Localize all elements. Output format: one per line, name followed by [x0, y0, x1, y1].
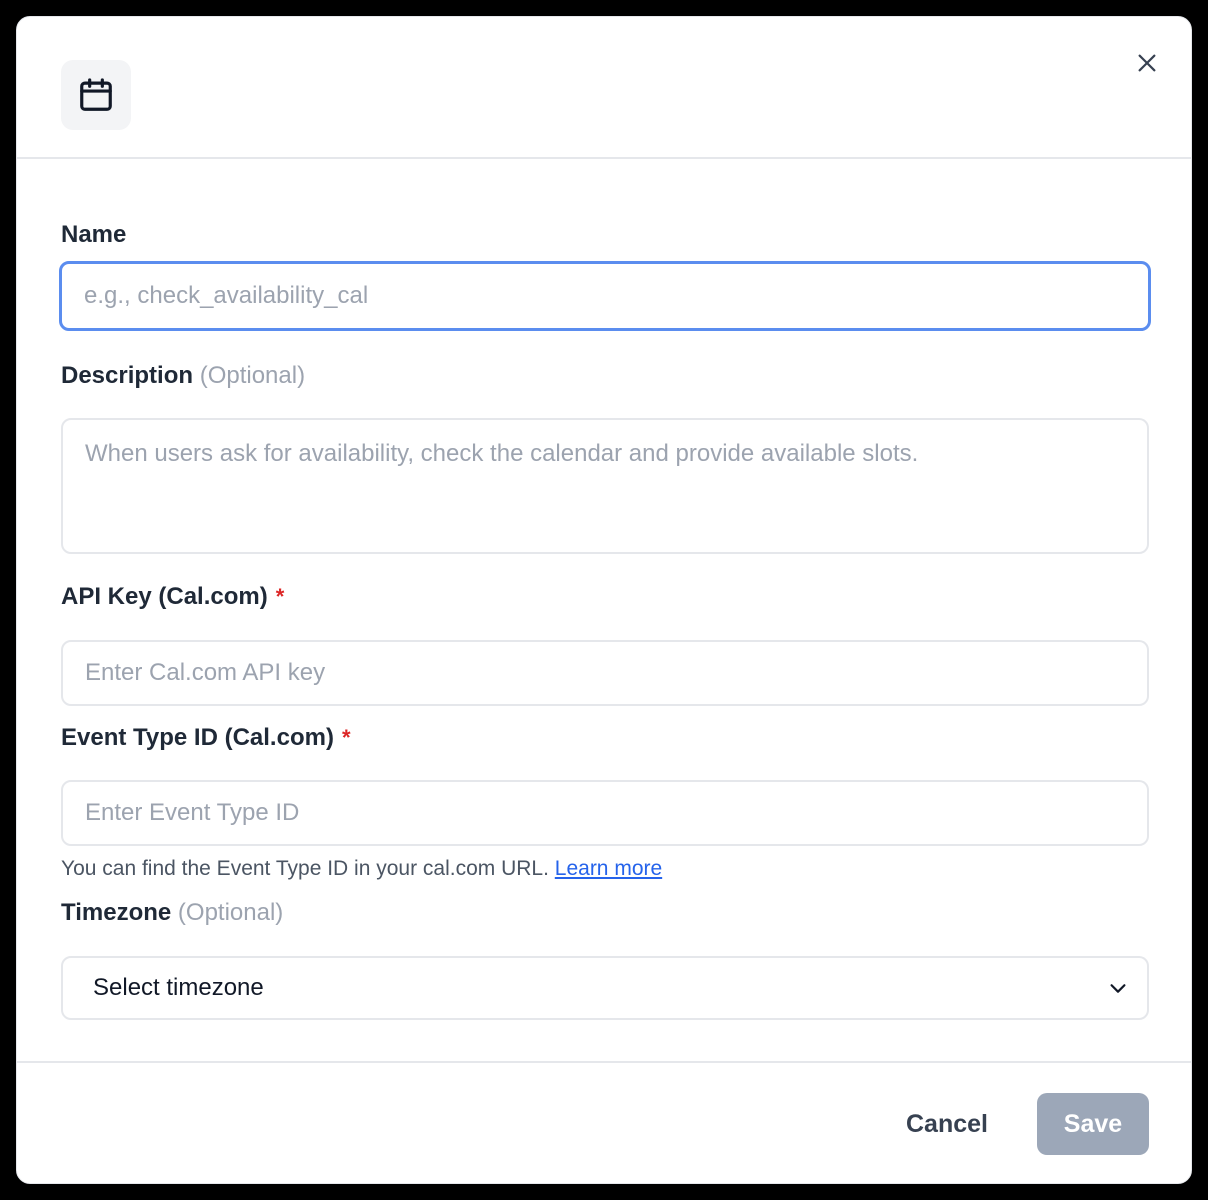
dialog-footer: Cancel Save: [17, 1061, 1191, 1183]
name-label: Name: [61, 221, 126, 249]
api-key-label: API Key (Cal.com) *: [61, 583, 284, 611]
name-input-placeholder: e.g., check_availability_cal: [84, 282, 369, 309]
header-icon-container: [61, 60, 131, 130]
description-label: Description (Optional): [61, 362, 305, 390]
required-asterisk: *: [341, 725, 351, 750]
event-type-id-label: Event Type ID (Cal.com) *: [61, 724, 351, 752]
close-button[interactable]: [1131, 47, 1163, 79]
description-placeholder: When users ask for availability, check t…: [85, 440, 919, 467]
timezone-select[interactable]: Select timezone: [61, 956, 1149, 1020]
name-input[interactable]: e.g., check_availability_cal: [59, 261, 1151, 331]
required-asterisk: *: [275, 584, 285, 609]
name-label-text: Name: [61, 221, 127, 248]
cancel-button[interactable]: Cancel: [885, 1093, 1009, 1155]
add-tool-dialog: Name e.g., check_availability_cal Descri…: [16, 16, 1192, 1184]
save-button[interactable]: Save: [1037, 1093, 1149, 1155]
event-type-id-help: You can find the Event Type ID in your c…: [61, 857, 662, 881]
timezone-label: Timezone (Optional): [61, 899, 283, 927]
chevron-down-icon: [1110, 984, 1126, 993]
event-type-id-label-text: Event Type ID (Cal.com): [61, 724, 334, 751]
help-text: You can find the Event Type ID in your c…: [61, 857, 549, 880]
close-icon: [1138, 54, 1156, 72]
api-key-input[interactable]: Enter Cal.com API key: [61, 640, 1149, 706]
description-label-text: Description: [61, 362, 194, 389]
description-textarea[interactable]: When users ask for availability, check t…: [61, 418, 1149, 554]
learn-more-link[interactable]: Learn more: [555, 857, 662, 880]
timezone-label-text: Timezone: [61, 899, 172, 926]
optional-tag: (Optional): [177, 899, 284, 926]
optional-tag: (Optional): [199, 362, 306, 389]
api-key-placeholder: Enter Cal.com API key: [85, 659, 326, 686]
dialog-header: [17, 17, 1191, 159]
event-type-id-input[interactable]: Enter Event Type ID: [61, 780, 1149, 846]
timezone-selected-value: Select timezone: [93, 974, 264, 1001]
event-type-id-placeholder: Enter Event Type ID: [85, 799, 300, 826]
calendar-icon: [80, 78, 112, 111]
api-key-label-text: API Key (Cal.com): [61, 583, 268, 610]
